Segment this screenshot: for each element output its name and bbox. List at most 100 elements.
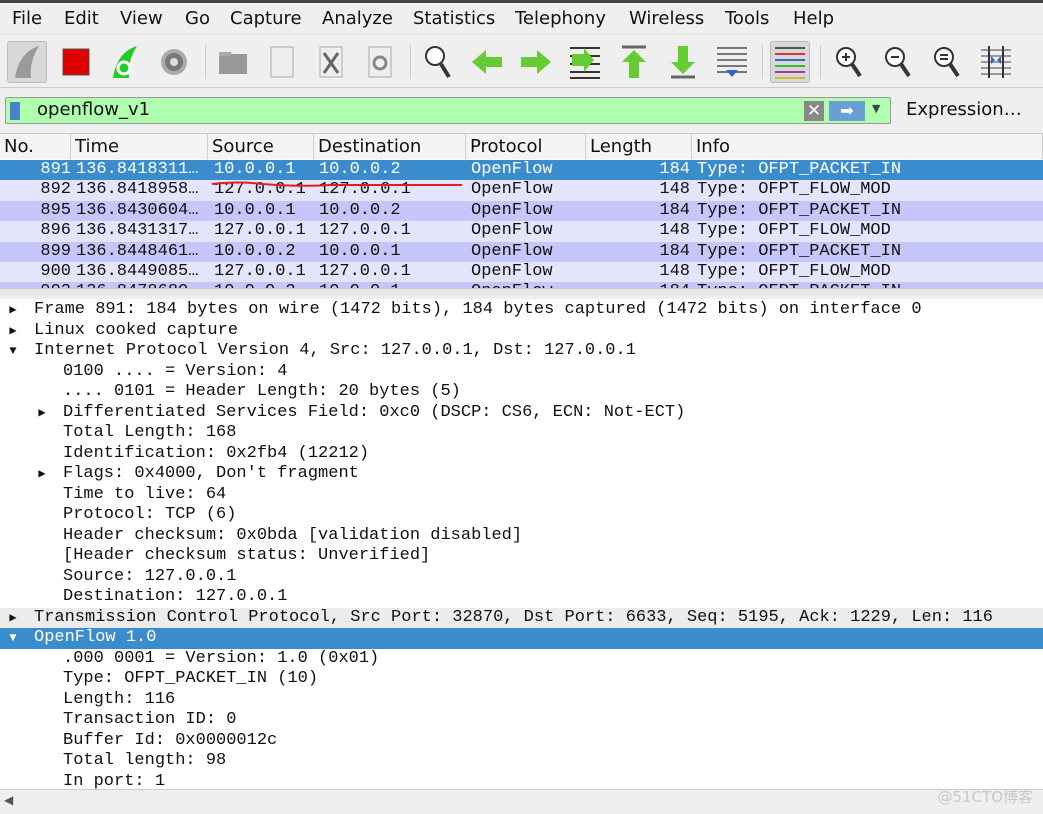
expand-down-icon[interactable]: ▼	[6, 628, 20, 649]
red-underline-annotation	[211, 181, 462, 187]
packet-src: 10.0.0.2	[214, 241, 296, 261]
filter-history-dropdown-icon[interactable]: ▼	[872, 102, 880, 115]
packet-time: 136.8448461…	[76, 241, 199, 261]
reload-file-icon[interactable]	[360, 41, 400, 83]
expand-right-icon[interactable]: ▶	[6, 608, 20, 629]
tree-item[interactable]: Length: 116	[0, 690, 1043, 711]
tree-item[interactable]: ▶ Differentiated Services Field: 0xc0 (DS…	[0, 403, 1043, 424]
tree-item[interactable]: ▼ Internet Protocol Version 4, Src: 127.0…	[0, 341, 1043, 362]
tree-item-text: Destination: 127.0.0.1	[63, 587, 288, 606]
zoom-in-icon[interactable]	[829, 41, 869, 83]
tree-item[interactable]: Destination: 127.0.0.1	[0, 587, 1043, 608]
packet-no: 899	[40, 241, 71, 261]
tree-item[interactable]: Total Length: 168	[0, 423, 1043, 444]
packet-row[interactable]: 899 136.8448461… 10.0.0.2 10.0.0.1 OpenFlow 1…	[0, 241, 1043, 262]
expand-down-icon[interactable]: ▼	[6, 341, 20, 362]
packet-info: Type: OFPT_PACKET_IN	[697, 241, 902, 261]
go-forward-icon[interactable]	[516, 41, 556, 83]
tree-item[interactable]: ▶ Linux cooked capture	[0, 321, 1043, 342]
go-back-icon[interactable]	[467, 41, 507, 83]
menu-go[interactable]: Go	[185, 8, 210, 29]
column-header-no[interactable]: No.	[0, 134, 71, 159]
auto-scroll-icon[interactable]	[712, 41, 752, 83]
column-header-source[interactable]: Source	[208, 134, 314, 159]
tree-item[interactable]: ▶ Transmission Control Protocol, Src Port…	[0, 607, 1043, 629]
tree-item[interactable]: Identification: 0x2fb4 (12212)	[0, 444, 1043, 465]
tree-item[interactable]: Type: OFPT_PACKET_IN (10)	[0, 669, 1043, 690]
go-to-packet-icon[interactable]	[565, 41, 605, 83]
tree-item[interactable]: 0100 .... = Version: 4	[0, 362, 1043, 383]
column-header-length[interactable]: Length	[586, 134, 692, 159]
packet-len: 148	[659, 262, 690, 281]
expand-right-icon[interactable]: ▶	[6, 321, 20, 342]
tree-item[interactable]: [Header checksum status: Unverified]	[0, 546, 1043, 567]
menu-file[interactable]: File	[12, 8, 42, 29]
tree-item[interactable]: .... 0101 = Header Length: 20 bytes (5)	[0, 382, 1043, 403]
tree-item-text: .000 0001 = Version: 1.0 (0x01)	[63, 648, 380, 668]
tree-item-text: 0100 .... = Version: 4	[63, 361, 288, 381]
tree-item-text: Protocol: TCP (6)	[63, 505, 237, 524]
tree-item[interactable]: Protocol: TCP (6)	[0, 505, 1043, 526]
save-file-icon[interactable]	[262, 41, 302, 83]
tree-item[interactable]: Total length: 98	[0, 751, 1043, 772]
go-last-icon[interactable]	[663, 41, 703, 83]
packet-no: 900	[40, 262, 71, 281]
menu-view[interactable]: View	[120, 8, 163, 29]
tree-item[interactable]: ▼ OpenFlow 1.0	[0, 628, 1043, 649]
start-capture-icon[interactable]	[7, 41, 47, 83]
tree-item[interactable]: ▶ Flags: 0x4000, Don't fragment	[0, 464, 1043, 485]
menu-tools[interactable]: Tools	[725, 8, 769, 29]
close-file-icon[interactable]	[311, 41, 351, 83]
menu-help[interactable]: Help	[793, 8, 834, 29]
colorize-icon[interactable]	[770, 41, 810, 83]
display-filter-input[interactable]: openflow_v1 ✕ ➡ ▼	[5, 97, 891, 124]
column-header-protocol[interactable]: Protocol	[466, 134, 586, 159]
filter-text[interactable]: openflow_v1	[37, 99, 150, 120]
scroll-left-icon[interactable]: ◀	[4, 793, 13, 807]
tree-item-text: Buffer Id: 0x0000012c	[63, 730, 278, 750]
go-first-icon[interactable]	[614, 41, 654, 83]
tree-item[interactable]: In port: 1	[0, 772, 1043, 790]
menu-analyze[interactable]: Analyze	[322, 8, 393, 29]
packet-dst: 10.0.0.1	[319, 241, 401, 261]
tree-item[interactable]: Buffer Id: 0x0000012c	[0, 731, 1043, 752]
column-header-info[interactable]: Info	[692, 134, 1043, 159]
pane-splitter[interactable]	[0, 288, 1043, 296]
tree-item[interactable]: .000 0001 = Version: 1.0 (0x01)	[0, 649, 1043, 670]
packet-time: 136.8449085…	[76, 262, 199, 281]
tree-item[interactable]: Transaction ID: 0	[0, 710, 1043, 731]
packet-row[interactable]: 900 136.8449085… 127.0.0.1 127.0.0.1 OpenFlo…	[0, 262, 1043, 283]
horizontal-scrollbar[interactable]: ◀	[0, 789, 1043, 814]
tree-item-text: In port: 1	[63, 771, 166, 790]
tree-item[interactable]: ▶ Frame 891: 184 bytes on wire (1472 bits…	[0, 300, 1043, 321]
expand-right-icon[interactable]: ▶	[35, 403, 49, 424]
expand-right-icon[interactable]: ▶	[35, 464, 49, 485]
column-header-time[interactable]: Time	[71, 134, 208, 159]
zoom-normal-icon[interactable]	[927, 41, 967, 83]
zoom-out-icon[interactable]	[878, 41, 918, 83]
column-header-destination[interactable]: Destination	[314, 134, 466, 159]
menu-edit[interactable]: Edit	[64, 8, 99, 29]
find-packet-icon[interactable]	[418, 41, 458, 83]
menu-statistics[interactable]: Statistics	[413, 8, 495, 29]
tree-item-text: Internet Protocol Version 4, Src: 127.0.…	[34, 341, 636, 360]
expression-button[interactable]: Expression…	[906, 99, 1022, 120]
tree-item[interactable]: Source: 127.0.0.1	[0, 567, 1043, 588]
bookmark-icon[interactable]	[10, 102, 20, 120]
resize-columns-icon[interactable]	[976, 41, 1016, 83]
restart-capture-icon[interactable]	[105, 41, 145, 83]
menu-capture[interactable]: Capture	[230, 8, 302, 29]
display-filter-bar: openflow_v1 ✕ ➡ ▼ Expression…	[0, 94, 1043, 128]
tree-item[interactable]: Header checksum: 0x0bda [validation disa…	[0, 526, 1043, 547]
capture-options-icon[interactable]	[154, 41, 194, 83]
apply-filter-icon[interactable]: ➡	[829, 101, 865, 121]
menu-wireless[interactable]: Wireless	[629, 8, 704, 29]
clear-filter-icon[interactable]: ✕	[804, 101, 824, 121]
menu-telephony[interactable]: Telephony	[515, 8, 606, 29]
stop-capture-icon[interactable]	[56, 41, 96, 83]
tree-item-text: OpenFlow 1.0	[34, 628, 157, 647]
expand-right-icon[interactable]: ▶	[6, 300, 20, 321]
open-file-icon[interactable]	[213, 41, 253, 83]
tree-item-text: [Header checksum status: Unverified]	[63, 546, 431, 565]
tree-item[interactable]: Time to live: 64	[0, 485, 1043, 506]
